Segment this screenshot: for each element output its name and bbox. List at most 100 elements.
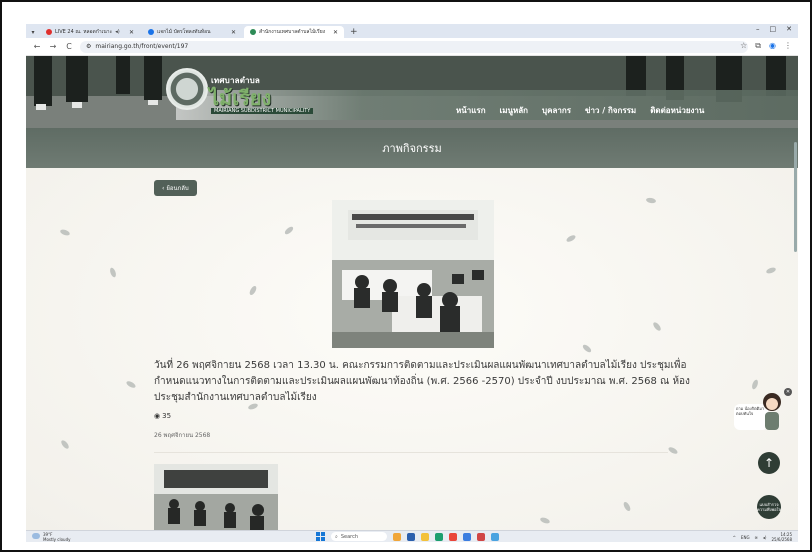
taskbar-search[interactable]: ⌕ Search: [331, 532, 387, 541]
survey-button[interactable]: แบบสำรวจความพึงพอใจ: [757, 495, 781, 519]
app-icon[interactable]: [477, 532, 485, 541]
taskbar-apps: ⌕ Search: [316, 532, 499, 541]
leaf-decoration: [59, 228, 71, 237]
address-bar: ← → C ⚙ mairiang.go.th/front/event/197 ☆…: [26, 38, 798, 56]
facebook-icon: [148, 29, 154, 35]
menu-item-home[interactable]: หน้าแรก: [456, 104, 486, 117]
chat-widget[interactable]: ถาม น้องกิตติมา ตอบทันใจ ✕: [734, 388, 792, 444]
tab-facebook[interactable]: แจกไม้ บัตรโพลงทันท้อน ✕: [142, 26, 242, 38]
tab-list-icon[interactable]: ▾: [26, 26, 40, 38]
leaf-decoration: [667, 445, 679, 456]
leaf-decoration: [765, 266, 777, 275]
page-title: ภาพกิจกรรม: [26, 128, 798, 168]
event-photo[interactable]: [332, 200, 494, 348]
site-header: เทศบาลตำบล ไม้เรียง MAIRIANG SUBDISTRICT…: [26, 56, 798, 128]
leaf-decoration: [59, 439, 71, 450]
profile-icon[interactable]: ◉: [769, 41, 776, 51]
tab-municipality[interactable]: สำนักงานเทศบาลตำบลไม้เรียง ✕: [244, 26, 344, 38]
site-favicon-icon: [250, 29, 256, 35]
minimize-button[interactable]: –: [756, 25, 760, 33]
chatbot-avatar-icon: [763, 393, 781, 430]
maximize-button[interactable]: □: [770, 25, 777, 33]
url-input[interactable]: ⚙ mairiang.go.th/front/event/197: [80, 40, 748, 53]
leaf-decoration: [248, 284, 258, 297]
file-explorer-icon[interactable]: [421, 532, 429, 541]
app-icon[interactable]: [491, 532, 499, 541]
back-button[interactable]: ‹ ย้อนกลับ: [154, 180, 197, 196]
chevron-left-icon: ‹: [162, 184, 165, 192]
clock-date: 25/6/2568: [771, 537, 792, 542]
event-date: 26 พฤศจิกายน 2568: [154, 432, 211, 439]
extensions-icon[interactable]: ⧉: [755, 41, 761, 51]
window-controls: – □ ✕: [756, 25, 792, 33]
divider: [154, 452, 668, 453]
volume-icon[interactable]: ◂): [763, 535, 767, 540]
close-icon[interactable]: ✕: [333, 29, 338, 36]
url-text: mairiang.go.th/front/event/197: [95, 43, 189, 50]
youtube-icon: [46, 29, 52, 35]
cloud-icon: [32, 533, 40, 539]
windows-start-icon[interactable]: [316, 532, 325, 541]
clock[interactable]: 14:25 25/6/2568: [771, 532, 792, 542]
screenshot-frame: ▾ LIVE 24 ณ. หลอดกำเนาะ ◂) ✕ แจกไม้ บัตร…: [0, 0, 812, 552]
logo-subtitle: MAIRIANG SUBDISTRICT MUNICIPALITY: [211, 108, 314, 114]
tab-strip: ▾ LIVE 24 ณ. หลอดกำเนาะ ◂) ✕ แจกไม้ บัตร…: [26, 24, 798, 38]
leaf-decoration: [565, 233, 577, 244]
event-photo-2[interactable]: [154, 464, 278, 530]
widgets-app-icon[interactable]: [393, 532, 401, 541]
menu-item-personnel[interactable]: บุคลากร: [542, 104, 571, 117]
menu-item-news[interactable]: ข่าว / กิจกรรม: [585, 104, 636, 117]
browser-window: ▾ LIVE 24 ณ. หลอดกำเนาะ ◂) ✕ แจกไม้ บัตร…: [26, 24, 798, 542]
plus-icon[interactable]: +: [350, 26, 358, 38]
leaf-decoration: [125, 379, 137, 390]
menu-item-main[interactable]: เมนูหลัก: [500, 104, 529, 117]
close-icon[interactable]: ✕: [129, 29, 134, 36]
leaf-decoration: [283, 225, 295, 236]
arrow-up-icon: ↑: [763, 456, 775, 470]
store-icon[interactable]: [463, 532, 471, 541]
chrome-icon[interactable]: [449, 532, 457, 541]
back-label: ย้อนกลับ: [166, 185, 189, 192]
leaf-decoration: [622, 500, 632, 513]
view-count-value: 35: [162, 412, 172, 420]
close-icon[interactable]: ✕: [231, 29, 236, 36]
wifi-icon[interactable]: ≋: [755, 535, 758, 540]
main-content: ‹ ย้อนกลับ วันที่ 26 พฤศจิกายน 2568 เวลา…: [26, 168, 798, 530]
event-title: วันที่ 26 พฤศจิกายน 2568 เวลา 13.30 น. ค…: [154, 360, 690, 403]
site-info-icon[interactable]: ⚙: [86, 43, 91, 50]
menu-item-contact[interactable]: ติดต่อหน่วยงาน: [650, 104, 704, 117]
tab-live[interactable]: LIVE 24 ณ. หลอดกำเนาะ ◂) ✕: [40, 26, 140, 38]
menu-kebab-icon[interactable]: ⋮: [784, 41, 792, 51]
star-icon[interactable]: ☆: [740, 41, 747, 51]
tab-title: LIVE 24 ณ. หลอดกำเนาะ: [55, 29, 113, 35]
chevron-up-icon[interactable]: ^: [733, 535, 736, 540]
audio-icon: ◂): [115, 29, 120, 35]
weather-widget[interactable]: 39°F Mostly cloudy: [32, 532, 71, 542]
search-placeholder: Search: [340, 533, 358, 540]
leaf-decoration: [581, 343, 593, 354]
edge-icon[interactable]: [435, 532, 443, 541]
task-view-icon[interactable]: [407, 532, 415, 541]
close-icon[interactable]: ✕: [784, 388, 792, 396]
municipality-seal-icon: [166, 68, 208, 110]
search-icon: ⌕: [335, 533, 338, 540]
back-arrow-icon[interactable]: ←: [32, 42, 42, 51]
tab-title: แจกไม้ บัตรโพลงทันท้อน: [157, 29, 211, 35]
leaf-decoration: [108, 266, 118, 279]
scrollbar[interactable]: [794, 142, 797, 252]
system-tray: ^ ENG ≋ ◂) 14:25 25/6/2568: [733, 532, 792, 542]
leaf-decoration: [651, 321, 663, 332]
main-menu: หน้าแรก เมนูหลัก บุคลากร ข่าว / กิจกรรม …: [456, 104, 704, 117]
leaf-decoration: [645, 197, 657, 204]
leaf-decoration: [539, 516, 551, 525]
scroll-top-button[interactable]: ↑: [758, 452, 780, 474]
forward-arrow-icon[interactable]: →: [48, 42, 58, 51]
eye-icon: ◉: [154, 412, 161, 420]
view-count: ◉ 35: [154, 412, 171, 420]
close-window-button[interactable]: ✕: [786, 25, 792, 33]
language-indicator[interactable]: ENG: [741, 535, 750, 540]
weather-desc: Mostly cloudy: [43, 537, 71, 542]
reload-icon[interactable]: C: [64, 42, 74, 51]
windows-taskbar: 39°F Mostly cloudy ⌕ Search ^ ENG ≋ ◂) 1…: [26, 530, 798, 542]
tab-title: สำนักงานเทศบาลตำบลไม้เรียง: [259, 29, 326, 35]
